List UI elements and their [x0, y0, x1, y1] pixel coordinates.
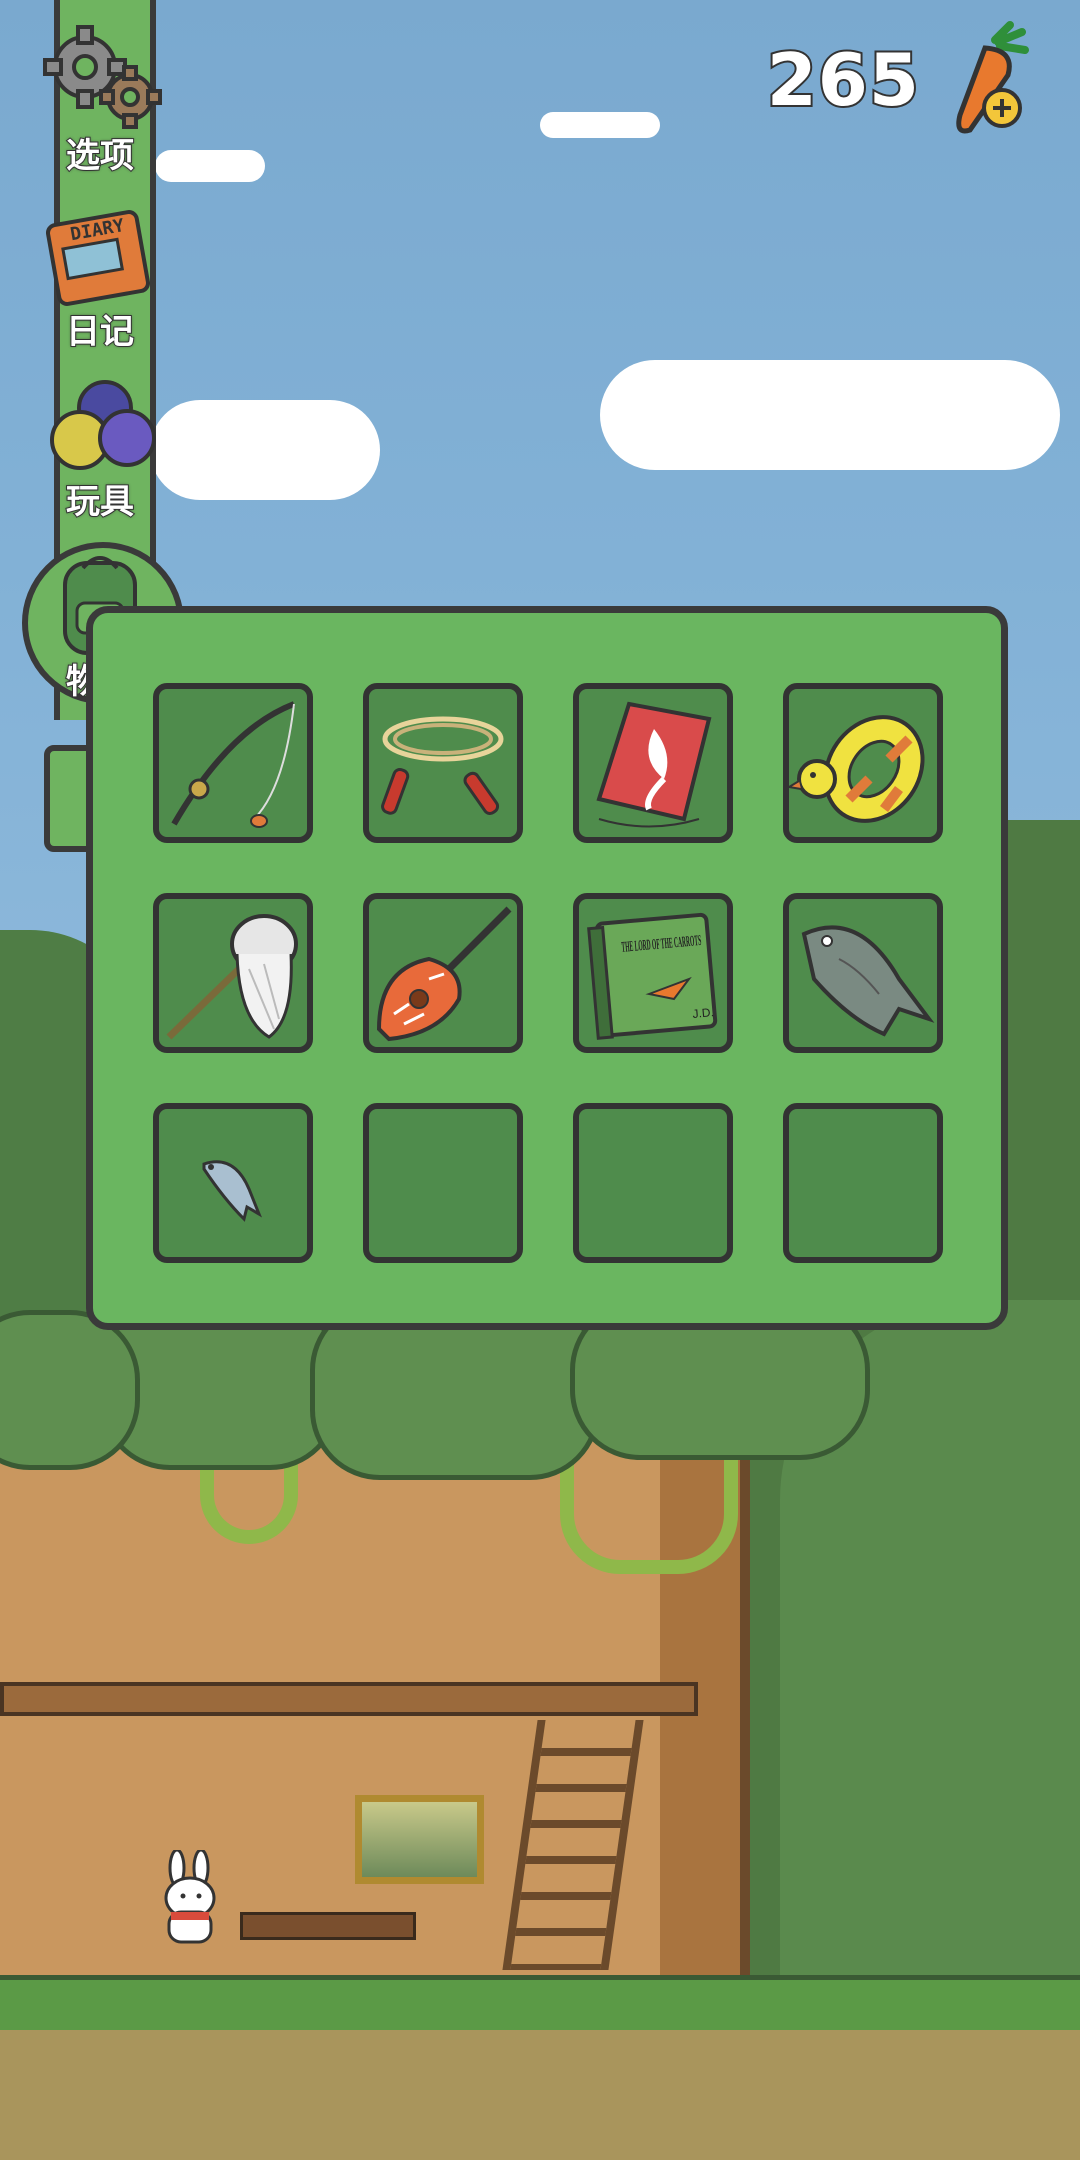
cloud [150, 400, 380, 500]
tree-canopy [0, 1310, 140, 1470]
wall-painting [355, 1795, 484, 1884]
inventory-slot-big-fish[interactable] [783, 893, 943, 1053]
low-table [240, 1912, 416, 1940]
book-icon: THE LORD OF THE CARROTS J.D. [587, 912, 718, 1040]
kite-icon [596, 701, 712, 828]
big-fish-icon [801, 925, 935, 1037]
gears-icon [43, 25, 162, 129]
inventory-slot-empty[interactable] [783, 1103, 943, 1263]
carrot-currency: 265 [765, 20, 1040, 140]
rabbit-character[interactable] [155, 1850, 225, 1945]
inventory-panel: THE LORD OF THE CARROTS J.D. [86, 606, 1008, 1330]
carrot-plus-icon[interactable] [940, 20, 1040, 140]
carrot-count: 265 [765, 36, 921, 124]
diary-book-icon: DIARY [46, 210, 150, 306]
menu-toys-button[interactable]: 玩具 [30, 378, 170, 523]
duck-swim-ring-icon [789, 715, 925, 823]
upper-floor [0, 1682, 698, 1716]
inventory-slot-small-fish[interactable] [153, 1103, 313, 1263]
inventory-slot-book[interactable]: THE LORD OF THE CARROTS J.D. [573, 893, 733, 1053]
inventory-slot-empty[interactable] [363, 1103, 523, 1263]
inventory-slot-duck-swim-ring[interactable] [783, 683, 943, 843]
cloud [540, 112, 660, 138]
menu-options-button[interactable]: 选项 [30, 22, 170, 177]
inventory-slot-bug-net[interactable] [153, 893, 313, 1053]
book-author-text: J.D. [692, 1005, 714, 1021]
jump-rope-icon [381, 716, 504, 815]
menu-diary-button[interactable]: DIARY 日记 [30, 198, 170, 353]
cloud [600, 360, 1060, 470]
menu-diary-label: 日记 [65, 311, 135, 353]
bug-net-icon [166, 914, 298, 1040]
inventory-slot-fishing-rod[interactable] [153, 683, 313, 843]
inventory-slot-kite[interactable] [573, 683, 733, 843]
balls-icon [50, 380, 156, 470]
inventory-slot-carrot-ukulele[interactable] [363, 893, 523, 1053]
small-fish-icon [202, 1160, 263, 1222]
inventory-slot-empty[interactable] [573, 1103, 733, 1263]
inventory-slot-jump-rope[interactable] [363, 683, 523, 843]
menu-options-label: 选项 [65, 135, 135, 177]
fishing-rod-icon [171, 701, 296, 828]
menu-toys-label: 玩具 [65, 481, 135, 523]
carrot-ukulele-icon [376, 906, 512, 1042]
ground [0, 2030, 1080, 2160]
cloud [155, 150, 265, 182]
